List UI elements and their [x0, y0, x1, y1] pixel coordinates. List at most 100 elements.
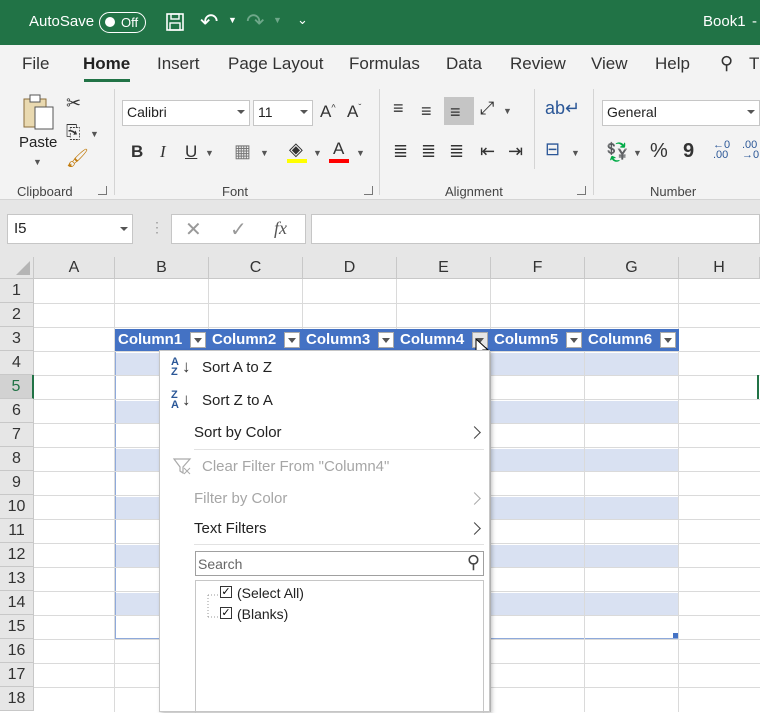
row-header[interactable]: 7 [0, 423, 34, 447]
column-header-a[interactable]: A [34, 257, 115, 279]
filter-dropdown-button[interactable] [566, 332, 582, 348]
decrease-font-size-icon[interactable]: Aˇ [347, 102, 361, 122]
undo-icon[interactable]: ↶ [200, 9, 218, 35]
name-box[interactable]: I5 [7, 214, 133, 244]
alignment-launcher-icon[interactable] [577, 186, 586, 195]
table-header-column5[interactable]: Column5 [491, 329, 585, 351]
row-header[interactable]: 18 [0, 687, 34, 711]
middle-align-icon[interactable]: ≡ [421, 102, 432, 120]
tab-data[interactable]: Data [446, 54, 482, 74]
sort-by-color-item[interactable]: Sort by Color [194, 424, 282, 441]
font-name-box[interactable]: Calibri [122, 100, 250, 126]
select-all-checkbox[interactable]: ✓ [220, 586, 232, 598]
fill-color-icon[interactable]: ◈ [289, 140, 303, 158]
row-header[interactable]: 6 [0, 399, 34, 423]
decrease-decimal-icon[interactable]: .00 →0 [742, 140, 759, 161]
row-header[interactable]: 8 [0, 447, 34, 471]
underline-button[interactable]: U [185, 142, 197, 162]
copy-icon[interactable]: ⎘ [66, 123, 80, 141]
tab-insert[interactable]: Insert [157, 54, 200, 74]
undo-dropdown-icon[interactable]: ▼ [228, 15, 237, 25]
merge-dropdown-icon[interactable]: ▼ [571, 148, 580, 158]
insert-function-icon[interactable]: fx [274, 218, 287, 239]
row-header[interactable]: 9 [0, 471, 34, 495]
font-color-icon[interactable]: A [333, 139, 344, 159]
number-format-box[interactable]: General [602, 100, 760, 126]
filter-dropdown-button[interactable] [190, 332, 206, 348]
cut-icon[interactable]: ✂ [66, 94, 81, 112]
filter-dropdown-button[interactable] [284, 332, 300, 348]
borders-icon[interactable]: ▦ [234, 142, 251, 160]
text-filters-item[interactable]: Text Filters [194, 520, 267, 537]
paste-label[interactable]: Paste [19, 134, 57, 151]
sort-a-to-z-item[interactable]: Sort A to Z [202, 359, 272, 376]
row-header[interactable]: 15 [0, 615, 34, 639]
copy-dropdown-icon[interactable]: ▼ [90, 129, 99, 139]
filter-values-list[interactable]: ✓ (Select All) ✓ (Blanks) [195, 580, 484, 713]
row-header[interactable]: 3 [0, 327, 34, 351]
table-header-column3[interactable]: Column3 [303, 329, 397, 351]
autosave-toggle[interactable]: Off [99, 12, 146, 33]
paste-dropdown-icon[interactable]: ▼ [33, 157, 42, 167]
row-header[interactable]: 11 [0, 519, 34, 543]
bold-button[interactable]: B [131, 142, 143, 162]
column-header-f[interactable]: F [491, 257, 585, 279]
row-header[interactable]: 12 [0, 543, 34, 567]
filter-dropdown-button[interactable] [660, 332, 676, 348]
tab-review[interactable]: Review [510, 54, 566, 74]
paste-icon[interactable] [21, 93, 57, 131]
fill-color-dropdown-icon[interactable]: ▼ [313, 148, 322, 158]
table-header-column2[interactable]: Column2 [209, 329, 303, 351]
italic-button[interactable]: I [160, 142, 166, 162]
column-header-c[interactable]: C [209, 257, 303, 279]
accounting-format-icon[interactable]: 💱 [606, 143, 628, 161]
tab-tell-me[interactable]: T [749, 54, 759, 74]
column-header-h[interactable]: H [679, 257, 760, 279]
bottom-align-selected[interactable]: ≡ [444, 97, 474, 125]
row-header[interactable]: 14 [0, 591, 34, 615]
search-icon[interactable]: ⚲ [720, 53, 733, 74]
tab-help[interactable]: Help [655, 54, 690, 74]
select-all-corner[interactable] [0, 257, 34, 279]
font-launcher-icon[interactable] [364, 186, 373, 195]
save-icon[interactable] [165, 12, 185, 32]
format-painter-icon[interactable]: 🖌 [66, 149, 89, 167]
cancel-icon[interactable]: ✕ [185, 217, 202, 242]
customize-qat-icon[interactable]: ⌄ [297, 12, 308, 28]
table-header-column1[interactable]: Column1 [115, 329, 209, 351]
select-all-label[interactable]: (Select All) [237, 585, 304, 601]
row-header[interactable]: 13 [0, 567, 34, 591]
row-header[interactable]: 10 [0, 495, 34, 519]
column-header-g[interactable]: G [585, 257, 679, 279]
borders-dropdown-icon[interactable]: ▼ [260, 148, 269, 158]
row-header[interactable]: 16 [0, 639, 34, 663]
filter-search-input[interactable]: Search ⚲ [195, 551, 484, 576]
increase-indent-icon[interactable]: ⇥ [508, 142, 523, 160]
filter-dropdown-button[interactable] [378, 332, 394, 348]
align-right-icon[interactable]: ≣ [449, 142, 464, 160]
increase-font-size-icon[interactable]: A^ [320, 102, 336, 122]
row-header[interactable]: 1 [0, 279, 34, 303]
column-header-d[interactable]: D [303, 257, 397, 279]
accounting-dropdown-icon[interactable]: ▼ [633, 148, 642, 158]
tab-view[interactable]: View [591, 54, 628, 74]
column-header-e[interactable]: E [397, 257, 491, 279]
increase-decimal-icon[interactable]: ←0.00 [713, 140, 730, 161]
merge-center-icon[interactable]: ⊟ [545, 140, 560, 158]
wrap-text-icon[interactable]: ab↵ [545, 99, 580, 117]
tab-page-layout[interactable]: Page Layout [228, 54, 323, 74]
underline-dropdown-icon[interactable]: ▼ [205, 148, 214, 158]
clipboard-launcher-icon[interactable] [98, 186, 107, 195]
align-center-icon[interactable]: ≣ [421, 142, 436, 160]
enter-icon[interactable]: ✓ [230, 217, 247, 242]
formula-input[interactable] [311, 214, 760, 244]
row-header[interactable]: 17 [0, 663, 34, 687]
font-color-dropdown-icon[interactable]: ▼ [356, 148, 365, 158]
row-header-selected[interactable]: 5 [0, 375, 34, 399]
tab-formulas[interactable]: Formulas [349, 54, 420, 74]
font-size-box[interactable]: 11 [253, 100, 313, 126]
table-header-column6[interactable]: Column6 [585, 329, 679, 351]
orientation-icon[interactable]: ⤢ [480, 99, 494, 117]
comma-style-button[interactable]: 9 [683, 140, 694, 163]
row-header[interactable]: 4 [0, 351, 34, 375]
